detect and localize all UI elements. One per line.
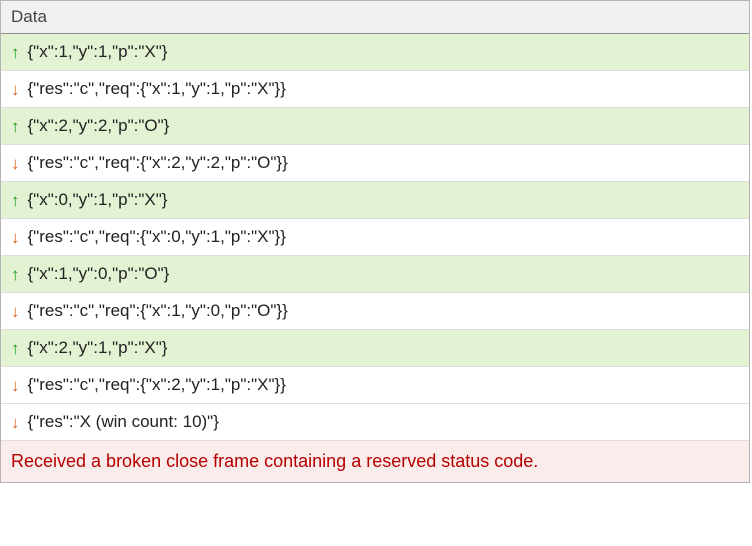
arrow-up-icon: ↑ [11, 118, 20, 135]
data-row[interactable]: ↑ {"x":2,"y":2,"p":"O"} [1, 108, 749, 145]
panel-title: Data [1, 1, 749, 34]
row-text: {"x":2,"y":2,"p":"O"} [28, 116, 170, 136]
row-text: {"res":"c","req":{"x":2,"y":1,"p":"X"}} [28, 375, 286, 395]
arrow-up-icon: ↑ [11, 192, 20, 209]
arrow-down-icon: ↓ [11, 303, 20, 320]
rows-container: ↑ {"x":1,"y":1,"p":"X"} ↓ {"res":"c","req":… [1, 34, 749, 440]
data-row[interactable]: ↑ {"x":1,"y":1,"p":"X"} [1, 34, 749, 71]
arrow-up-icon: ↑ [11, 266, 20, 283]
data-panel: Data ↑ {"x":1,"y":1,"p":"X"} ↓ {"res":"c","… [0, 0, 750, 483]
data-row[interactable]: ↓ {"res":"c","req":{"x":2,"y":1,"p":"X"}} [1, 367, 749, 404]
arrow-up-icon: ↑ [11, 340, 20, 357]
row-text: {"x":1,"y":1,"p":"X"} [28, 42, 168, 62]
arrow-down-icon: ↓ [11, 229, 20, 246]
row-text: {"res":"c","req":{"x":2,"y":2,"p":"O"}} [28, 153, 288, 173]
arrow-down-icon: ↓ [11, 81, 20, 98]
arrow-down-icon: ↓ [11, 414, 20, 431]
arrow-down-icon: ↓ [11, 377, 20, 394]
data-row[interactable]: ↑ {"x":2,"y":1,"p":"X"} [1, 330, 749, 367]
row-text: {"res":"c","req":{"x":0,"y":1,"p":"X"}} [28, 227, 286, 247]
data-row[interactable]: ↓ {"res":"c","req":{"x":2,"y":2,"p":"O"}} [1, 145, 749, 182]
row-text: {"res":"c","req":{"x":1,"y":0,"p":"O"}} [28, 301, 288, 321]
data-row[interactable]: ↓ {"res":"c","req":{"x":1,"y":1,"p":"X"}} [1, 71, 749, 108]
error-message: Received a broken close frame containing… [1, 440, 749, 482]
arrow-up-icon: ↑ [11, 44, 20, 61]
arrow-down-icon: ↓ [11, 155, 20, 172]
data-row[interactable]: ↓ {"res":"X (win count: 10)"} [1, 404, 749, 440]
row-text: {"x":0,"y":1,"p":"X"} [28, 190, 168, 210]
data-row[interactable]: ↓ {"res":"c","req":{"x":0,"y":1,"p":"X"}} [1, 219, 749, 256]
data-row[interactable]: ↓ {"res":"c","req":{"x":1,"y":0,"p":"O"}} [1, 293, 749, 330]
data-row[interactable]: ↑ {"x":1,"y":0,"p":"O"} [1, 256, 749, 293]
row-text: {"x":1,"y":0,"p":"O"} [28, 264, 170, 284]
row-text: {"x":2,"y":1,"p":"X"} [28, 338, 168, 358]
row-text: {"res":"X (win count: 10)"} [28, 412, 219, 432]
row-text: {"res":"c","req":{"x":1,"y":1,"p":"X"}} [28, 79, 286, 99]
data-row[interactable]: ↑ {"x":0,"y":1,"p":"X"} [1, 182, 749, 219]
